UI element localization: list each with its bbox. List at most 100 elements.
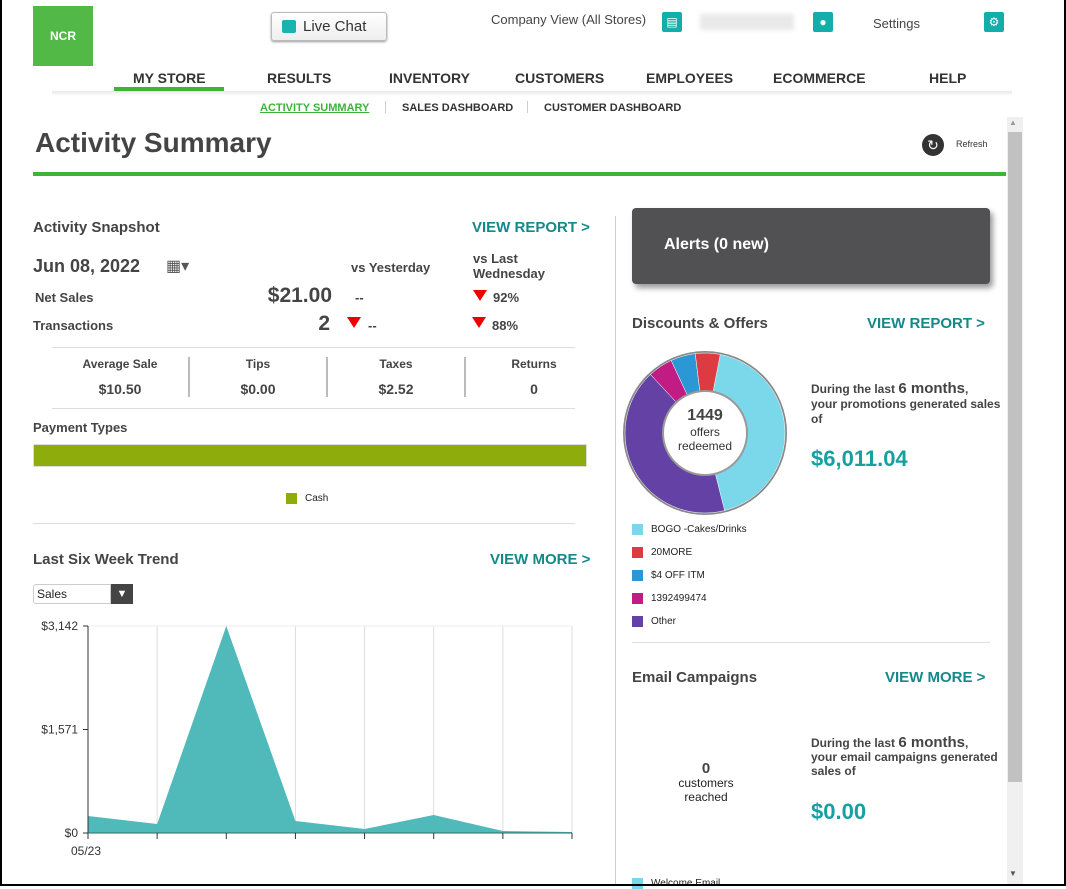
text: During the last — [811, 736, 899, 750]
divider — [632, 642, 990, 643]
title-underline — [33, 172, 1006, 176]
refresh-icon[interactable]: ↻ — [922, 134, 944, 156]
divider — [52, 408, 575, 409]
reached-label: reached — [684, 790, 728, 804]
nav-item-employees[interactable]: EMPLOYEES — [646, 70, 733, 86]
customers-reached: 0 customers reached — [646, 761, 766, 804]
trend-chart: $0 $1,571 $3,142 05/23 — [41, 619, 573, 858]
ncr-logo[interactable]: NCR — [33, 6, 93, 66]
divider — [52, 347, 575, 348]
down-arrow-icon — [472, 317, 486, 328]
net-sales-label: Net Sales — [35, 290, 94, 305]
stat-average-sale: Average Sale $10.50 — [52, 357, 188, 397]
activity-snapshot-title: Activity Snapshot — [33, 219, 160, 236]
subnav-activity-summary[interactable]: ACTIVITY SUMMARY — [260, 102, 369, 114]
stat-returns: Returns 0 — [466, 357, 602, 397]
settings-link[interactable]: Settings — [873, 16, 920, 31]
trend-area — [88, 626, 572, 833]
payment-bar-cash — [34, 445, 586, 466]
user-icon[interactable]: ● — [813, 12, 833, 32]
legend-label: $4 OFF ITM — [651, 570, 705, 581]
text: your email campaigns generated sales of — [811, 750, 998, 778]
vs-last-header: vs Last Wednesday — [473, 251, 546, 281]
legend-swatch — [286, 493, 297, 504]
nav-item-ecommerce[interactable]: ECOMMERCE — [773, 70, 866, 86]
legend-item: 20MORE — [632, 547, 747, 558]
snapshot-date: Jun 08, 2022 — [33, 256, 141, 276]
stat-taxes: Taxes $2.52 — [328, 357, 464, 397]
text: your promotions generated sales of — [811, 397, 1001, 426]
period: 6 months — [898, 380, 966, 397]
donut-center: 1449 offers redeemed — [625, 407, 785, 453]
offers-label: offers — [690, 425, 720, 439]
customers-label: customers — [678, 776, 734, 790]
down-arrow-icon — [347, 317, 361, 328]
nav-item-customers[interactable]: CUSTOMERS — [515, 70, 604, 86]
legend-label: BOGO -Cakes/Drinks — [651, 524, 747, 535]
net-sales-vs-last: 92% — [493, 290, 520, 305]
calendar-icon[interactable]: ▦▾ — [166, 256, 189, 276]
discounts-title: Discounts & Offers — [632, 315, 768, 332]
alerts-panel[interactable]: Alerts (0 new) — [632, 208, 990, 284]
logo-text: NCR — [50, 29, 76, 43]
view-report-discounts-link[interactable]: VIEW REPORT > — [867, 315, 985, 332]
nav-shadow — [52, 91, 1012, 96]
user-name-blurred — [700, 14, 794, 30]
trend-title: Last Six Week Trend — [33, 551, 179, 568]
nav-item-my-store[interactable]: MY STORE — [133, 70, 206, 86]
view-more-trend-link[interactable]: VIEW MORE > — [490, 551, 590, 568]
email-campaigns-title: Email Campaigns — [632, 669, 758, 686]
nav-item-help[interactable]: HELP — [929, 70, 966, 86]
scrollbar-thumb[interactable] — [1008, 132, 1022, 782]
view-more-email-link[interactable]: VIEW MORE > — [885, 669, 985, 686]
text: During the last — [811, 382, 899, 396]
y-tick-label: $1,571 — [41, 723, 78, 737]
nav-item-inventory[interactable]: INVENTORY — [389, 70, 470, 86]
discounts-legend: BOGO -Cakes/Drinks 20MORE $4 OFF ITM 139249… — [632, 524, 747, 627]
period: 6 months — [898, 734, 966, 751]
chevron-down-icon[interactable]: ▼ — [111, 584, 133, 604]
stats-row: Average Sale $10.50 Tips $0.00 Taxes $2.52 Ret… — [52, 357, 602, 397]
legend-label: Cash — [305, 493, 329, 504]
nav-item-results[interactable]: RESULTS — [267, 70, 331, 86]
y-tick-label: $0 — [65, 826, 79, 840]
legend-swatch — [632, 570, 643, 581]
stat-label: Taxes — [379, 357, 413, 371]
trend-select[interactable]: Sales ▼ — [33, 584, 133, 604]
legend-item: $4 OFF ITM — [632, 570, 747, 581]
gear-icon[interactable]: ⚙ — [984, 12, 1004, 32]
scroll-up-icon[interactable]: ▲ — [1009, 118, 1017, 127]
scroll-down-icon[interactable]: ▼ — [1009, 869, 1017, 878]
live-chat-button[interactable]: Live Chat — [271, 12, 387, 41]
down-arrow-icon — [473, 290, 487, 301]
redeemed-label: redeemed — [677, 439, 733, 453]
stat-label: Tips — [245, 357, 271, 371]
legend-item: BOGO -Cakes/Drinks — [632, 524, 747, 535]
store-icon[interactable]: ▤ — [662, 12, 682, 32]
transactions-vs-yesterday: -- — [368, 318, 377, 333]
page-title: Activity Summary — [35, 127, 272, 158]
legend-swatch — [632, 878, 643, 889]
legend-label: Other — [651, 616, 677, 627]
net-sales-vs-yesterday: -- — [355, 290, 364, 305]
legend-label: Welcome Email — [651, 878, 721, 889]
y-tick-label: $3,142 — [41, 619, 78, 633]
company-view-link[interactable]: Company View (All Stores) — [491, 12, 646, 27]
email-summary: During the last 6 months, your email camp… — [811, 734, 1006, 778]
text: , — [965, 736, 969, 750]
payment-bar[interactable] — [33, 444, 587, 467]
legend-swatch — [632, 524, 643, 535]
refresh-button[interactable]: Refresh — [956, 139, 988, 149]
live-chat-label: Live Chat — [303, 18, 367, 35]
legend-label: 20MORE — [651, 547, 693, 558]
stat-tips: Tips $0.00 — [190, 357, 326, 397]
stat-label: Returns — [511, 357, 557, 371]
subnav-customer-dashboard[interactable]: CUSTOMER DASHBOARD — [544, 102, 681, 114]
vs-yesterday-header: vs Yesterday — [351, 260, 431, 275]
email-amount: $0.00 — [811, 799, 867, 824]
subnav-sales-dashboard[interactable]: SALES DASHBOARD — [402, 102, 513, 114]
legend-swatch — [632, 547, 643, 558]
view-report-link[interactable]: VIEW REPORT > — [472, 219, 590, 236]
alerts-title: Alerts (0 new) — [664, 236, 769, 253]
email-legend-item: Welcome Email — [632, 878, 720, 889]
